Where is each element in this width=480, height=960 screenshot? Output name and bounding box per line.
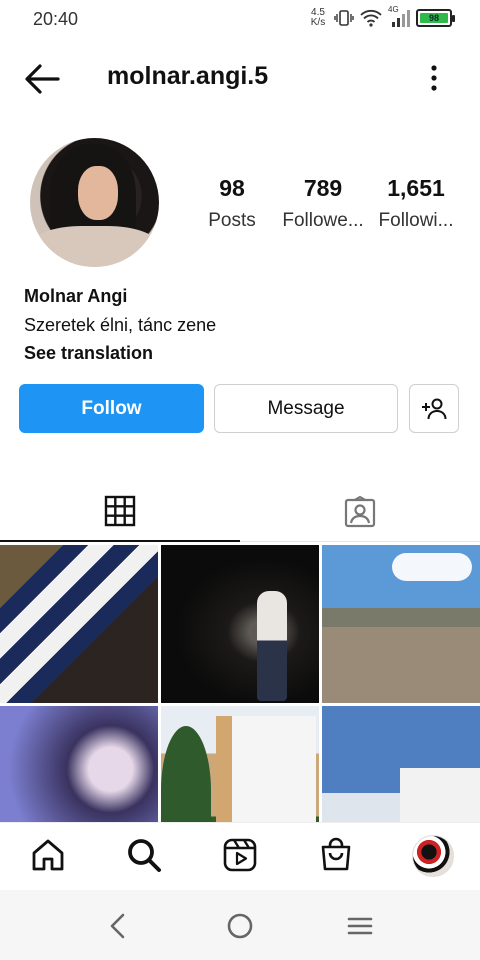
nav-shop[interactable] (316, 835, 356, 875)
cell-signal: 4G (388, 5, 410, 28)
stat-followers-count: 789 (303, 175, 343, 201)
grid-icon (104, 495, 136, 527)
profile-bio: Molnar Angi Szeretek élni, tánc zene See… (24, 286, 464, 366)
nav-search[interactable] (124, 835, 164, 875)
arrow-left-icon (25, 64, 60, 94)
photo-building (216, 716, 316, 822)
more-vertical-icon (431, 65, 437, 91)
system-home-button[interactable] (224, 910, 256, 942)
stat-posts-count: 98 (219, 175, 245, 201)
follow-button[interactable]: Follow (19, 384, 204, 433)
message-button[interactable]: Message (214, 384, 398, 433)
menu-lines-icon (347, 917, 373, 935)
network-speed: 4.5 K/s (308, 8, 328, 28)
profile-tabs (0, 482, 480, 542)
status-bar: 20:40 4.5 K/s 4G 98 (0, 0, 480, 38)
system-back-button[interactable] (103, 910, 135, 942)
add-user-icon (422, 398, 447, 419)
photo-tree (161, 726, 211, 822)
grid-photo-2[interactable] (161, 545, 319, 703)
vibrate-icon (334, 10, 354, 26)
battery-level: 98 (420, 13, 448, 23)
back-button[interactable] (22, 60, 62, 98)
reels-icon (223, 838, 257, 872)
photo-grid (0, 545, 480, 822)
shop-icon (321, 837, 351, 871)
more-options-button[interactable] (424, 62, 444, 96)
stat-following-count: 1,651 (387, 175, 445, 201)
search-icon (128, 839, 161, 872)
stat-followers[interactable]: 789 Followe... (280, 175, 366, 232)
photo-building (400, 768, 480, 822)
stat-followers-label: Followe... (282, 210, 364, 231)
profile-username: molnar.angi.5 (107, 62, 269, 90)
signal-icon (392, 10, 410, 27)
grid-photo-4[interactable] (0, 706, 158, 822)
grid-photo-5[interactable] (161, 706, 319, 822)
photo-cloud (392, 553, 472, 581)
tab-posts-grid[interactable] (0, 482, 240, 542)
avatar-face (78, 166, 118, 220)
system-menu-button[interactable] (344, 910, 376, 942)
suggest-users-button[interactable] (409, 384, 459, 433)
tab-tagged[interactable] (240, 482, 480, 542)
bio-text: Szeretek élni, tánc zene (24, 315, 217, 335)
back-triangle-icon (110, 913, 125, 939)
bio-name: Molnar Angi (24, 286, 128, 306)
stat-following[interactable]: 1,651 Followi... (376, 175, 456, 232)
profile-avatar[interactable] (30, 138, 159, 267)
grid-photo-3[interactable] (322, 545, 480, 703)
profile-header: molnar.angi.5 (0, 50, 480, 108)
nav-home[interactable] (28, 835, 68, 875)
status-time: 20:40 (33, 9, 79, 29)
avatar-sweater (30, 226, 159, 267)
network-speed-unit: K/s (310, 17, 326, 28)
stat-posts-label: Posts (208, 210, 256, 231)
grid-photo-6[interactable] (322, 706, 480, 822)
photo-person (257, 591, 287, 701)
bottom-navigation (0, 822, 480, 890)
home-icon (32, 839, 64, 871)
home-circle-icon (227, 913, 253, 939)
grid-photo-1[interactable] (0, 545, 158, 703)
nav-profile-avatar[interactable] (412, 835, 454, 877)
tagged-icon (344, 495, 376, 527)
battery-icon: 98 (416, 9, 455, 27)
wifi-icon (360, 9, 382, 27)
status-icons: 4.5 K/s 4G 98 (308, 5, 455, 30)
stat-following-label: Followi... (378, 210, 454, 231)
system-navigation (0, 890, 480, 960)
nav-reels[interactable] (220, 835, 260, 875)
see-translation-link[interactable]: See translation (24, 340, 464, 366)
stat-posts[interactable]: 98 Posts (196, 175, 268, 232)
